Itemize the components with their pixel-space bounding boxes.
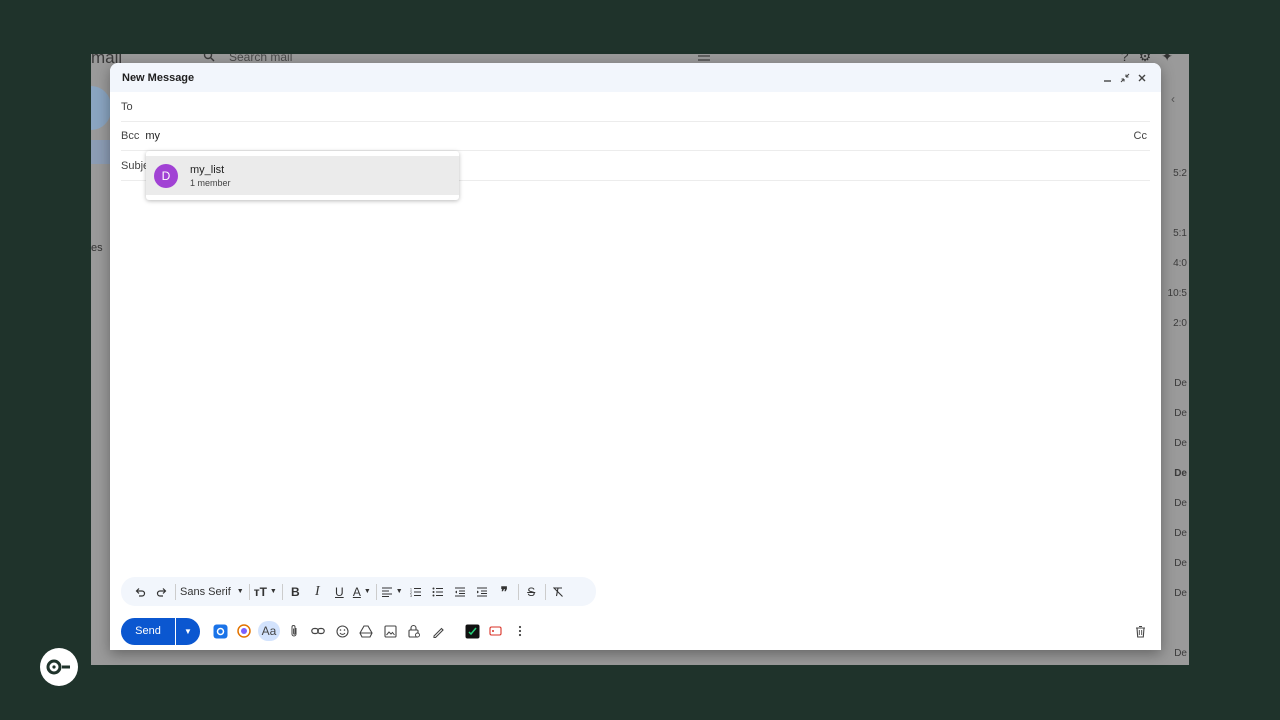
remove-formatting-icon[interactable] <box>550 582 567 602</box>
compose-action-bar: Send ▼ Aa <box>121 617 1150 645</box>
numbered-list-icon[interactable]: 123 <box>408 582 425 602</box>
quote-icon[interactable]: ❞ <box>496 582 513 602</box>
brand-logo <box>40 648 78 686</box>
insert-link-icon[interactable] <box>308 621 328 641</box>
minimize-icon[interactable] <box>1101 71 1115 85</box>
suggestion-item[interactable]: D my_list 1 member <box>146 156 459 195</box>
subject-label: Subje <box>121 159 150 172</box>
send-button[interactable]: Send <box>121 617 175 645</box>
suggestion-name: my_list <box>190 163 225 176</box>
bold-icon[interactable]: B <box>287 582 304 602</box>
list-item: De <box>1174 468 1187 479</box>
mail-list-times: 5:2 5:1 4:0 10:5 2:0 De De De De De De D… <box>1161 84 1189 665</box>
divider <box>544 583 546 600</box>
font-size-icon[interactable]: тT ▼ <box>254 582 277 602</box>
tag-extension-icon[interactable] <box>486 621 506 641</box>
list-item: 5:2 <box>1173 168 1187 179</box>
caret-down-icon: ▼ <box>395 588 403 595</box>
colorful-add-on-icon[interactable] <box>234 621 254 641</box>
bulleted-list-icon[interactable] <box>430 582 447 602</box>
formatting-toolbar: Sans Serif ▼ тT ▼ B I U A ▼ ▼ 123 ❞ S <box>121 577 596 606</box>
bcc-label: Bcc <box>121 129 140 142</box>
list-item: De <box>1174 648 1187 659</box>
undo-icon[interactable] <box>131 582 148 602</box>
compose-fab <box>91 86 111 130</box>
redo-icon[interactable] <box>153 582 170 602</box>
svg-text:3: 3 <box>410 594 412 597</box>
search-icon <box>203 54 215 62</box>
recipient-suggestions: D my_list 1 member <box>146 151 459 200</box>
caret-down-icon: ▼ <box>363 588 371 595</box>
insert-photo-icon[interactable] <box>380 621 400 641</box>
list-item: De <box>1174 588 1187 599</box>
close-icon[interactable] <box>1135 71 1149 85</box>
nav-active-pill <box>91 140 111 164</box>
add-on-icon[interactable] <box>210 621 230 641</box>
list-item: De <box>1174 528 1187 539</box>
indent-less-icon[interactable] <box>452 582 469 602</box>
extension-icon[interactable] <box>462 621 482 641</box>
divider <box>281 583 283 600</box>
list-item: De <box>1174 438 1187 449</box>
text-color-icon[interactable]: A ▼ <box>353 582 371 602</box>
indent-more-icon[interactable] <box>474 582 491 602</box>
compose-title: New Message <box>122 71 195 84</box>
font-family-select[interactable]: Sans Serif ▼ <box>180 582 244 602</box>
strikethrough-icon[interactable]: S <box>523 582 540 602</box>
list-item: 4:0 <box>1173 258 1187 269</box>
list-item: 2:0 <box>1173 318 1187 329</box>
bcc-field-row[interactable]: Bcc Cc <box>121 121 1150 151</box>
nav-label: es <box>91 242 103 254</box>
list-item: De <box>1174 558 1187 569</box>
list-item: De <box>1174 408 1187 419</box>
exit-fullscreen-icon[interactable] <box>1118 71 1132 85</box>
more-options-icon[interactable] <box>510 621 530 641</box>
list-item: De <box>1174 378 1187 389</box>
suggestion-text: my_list 1 member <box>190 164 231 188</box>
schedule-send-dropdown[interactable]: ▼ <box>176 617 200 645</box>
list-item: 10:5 <box>1167 288 1187 299</box>
suggestion-subtitle: 1 member <box>190 177 231 188</box>
suggestion-avatar: D <box>154 163 178 188</box>
discard-draft-icon[interactable] <box>1130 621 1150 641</box>
formatting-options-icon[interactable]: Aa <box>258 621 280 641</box>
divider <box>375 583 377 600</box>
caret-down-icon: ▼ <box>269 588 277 595</box>
to-label: To <box>121 100 133 113</box>
italic-icon[interactable]: I <box>309 582 326 602</box>
cc-link[interactable]: Cc <box>1134 130 1147 142</box>
google-drive-icon[interactable] <box>356 621 376 641</box>
signature-icon[interactable] <box>428 621 448 641</box>
list-item: De <box>1174 498 1187 509</box>
divider <box>517 583 519 600</box>
emoji-icon[interactable] <box>332 621 352 641</box>
filter-icon <box>698 55 710 61</box>
to-field-row[interactable]: To <box>121 92 1150 122</box>
to-input[interactable] <box>132 100 1039 113</box>
confidential-mode-icon[interactable] <box>404 621 424 641</box>
divider <box>175 583 176 600</box>
logo-icon <box>46 659 70 675</box>
align-icon[interactable]: ▼ <box>381 582 403 602</box>
bcc-input[interactable] <box>139 129 1046 142</box>
underline-icon[interactable]: U <box>331 582 348 602</box>
attach-file-icon[interactable] <box>284 621 304 641</box>
compose-header[interactable]: New Message <box>110 63 1161 92</box>
caret-down-icon: ▼ <box>236 588 244 595</box>
divider <box>248 583 250 600</box>
font-family-label: Sans Serif <box>180 585 231 598</box>
list-item: 5:1 <box>1173 228 1187 239</box>
